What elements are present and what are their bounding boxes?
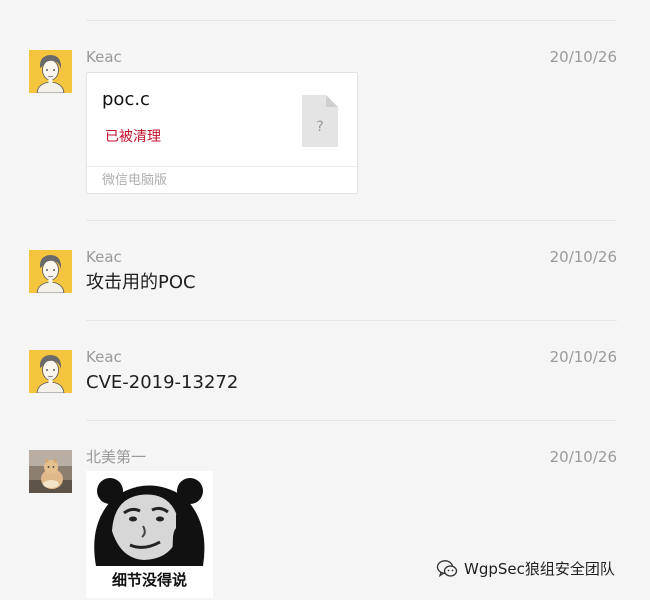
file-attachment-card[interactable]: poc.c 已被清理 ? 微信电脑版 <box>86 72 358 194</box>
file-status: 已被清理 <box>105 129 161 145</box>
message-date: 20/10/26 <box>549 248 617 266</box>
message-divider <box>86 420 617 421</box>
sender-name: 北美第一 <box>86 448 147 466</box>
keac-cartoon-avatar-icon <box>29 350 72 393</box>
unknown-file-icon: ? <box>300 95 340 147</box>
panda-meme-sticker-icon <box>86 471 213 571</box>
chat-history-view: Keac 20/10/26 poc.c 已被清理 ? 微信电脑版 Keac 20… <box>0 0 650 600</box>
watermark: WgpSec狼组安全团队 <box>436 559 615 579</box>
file-source-label: 微信电脑版 <box>102 173 168 188</box>
file-icon-glyph: ? <box>316 119 323 135</box>
wechat-official-account-icon <box>436 560 458 577</box>
message-divider <box>86 320 617 321</box>
sender-name: Keac <box>86 348 122 366</box>
keac-cartoon-avatar-icon <box>29 250 72 293</box>
file-card-divider <box>87 166 357 167</box>
message-date: 20/10/26 <box>549 48 617 66</box>
sticker-caption: 细节没得说 <box>111 571 187 589</box>
avatar[interactable] <box>29 50 72 93</box>
message-date: 20/10/26 <box>549 348 617 366</box>
avatar[interactable] <box>29 450 72 493</box>
sender-name: Keac <box>86 248 122 266</box>
avatar[interactable] <box>29 250 72 293</box>
message-divider <box>86 220 617 221</box>
cat-photo-avatar-icon <box>29 450 72 493</box>
watermark-text: WgpSec狼组安全团队 <box>464 560 615 578</box>
message-text: CVE-2019-13272 <box>86 372 239 393</box>
sticker-image[interactable]: 细节没得说 <box>86 471 213 598</box>
sender-name: Keac <box>86 48 122 66</box>
message-text: 攻击用的POC <box>86 272 196 293</box>
message-divider <box>86 20 617 21</box>
file-name: poc.c <box>102 89 150 110</box>
message-date: 20/10/26 <box>549 448 617 466</box>
avatar[interactable] <box>29 350 72 393</box>
keac-cartoon-avatar-icon <box>29 50 72 93</box>
